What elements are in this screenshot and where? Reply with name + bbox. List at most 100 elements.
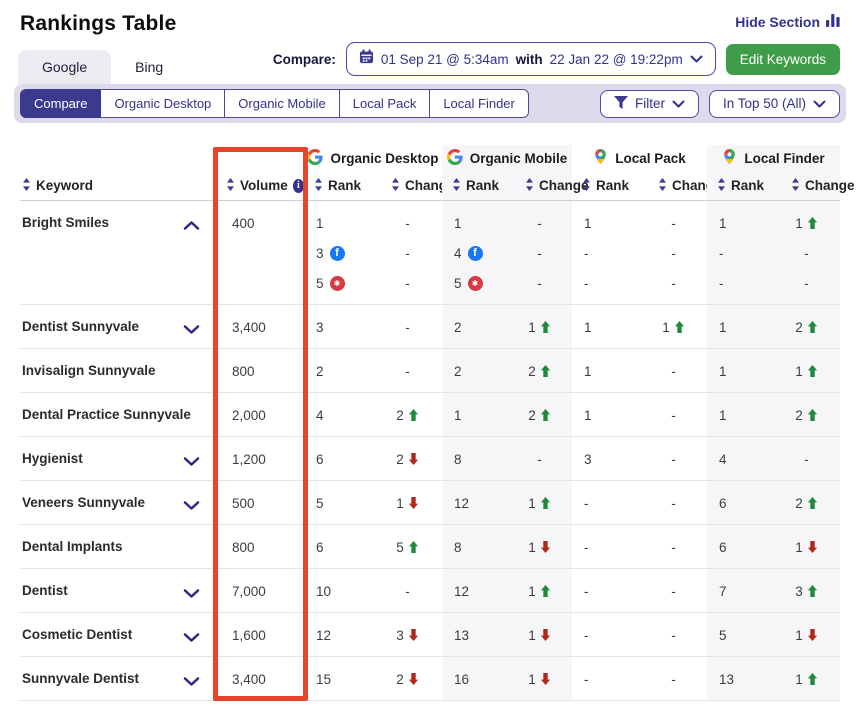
keyword-label: Hygienist xyxy=(22,444,83,474)
rankings-section: Rankings Table Hide Section Google Bing … xyxy=(0,0,860,701)
keyword-cell: Dentist Sunnyvale xyxy=(20,305,216,348)
change-cell: 1 xyxy=(507,481,572,524)
keyword-label: Cosmetic Dentist xyxy=(22,620,132,650)
change-column-header[interactable]: Change xyxy=(773,171,840,200)
volume-cell: 1,200 xyxy=(216,437,304,480)
rank-column-header[interactable]: Rank xyxy=(304,171,373,200)
sort-icon xyxy=(452,178,461,194)
info-icon[interactable]: i xyxy=(293,179,304,193)
search-engine-tabs: Google Bing xyxy=(18,50,187,84)
hide-section-label: Hide Section xyxy=(735,14,820,30)
rank-cell: 5 xyxy=(707,613,773,656)
chevron-down-icon[interactable] xyxy=(183,586,200,604)
change-column-header[interactable]: Change xyxy=(507,171,572,200)
rank-cell: 12 xyxy=(304,613,373,656)
change-cell: - xyxy=(373,349,442,392)
view-tab-compare[interactable]: Compare xyxy=(20,89,101,118)
rank-cell: - xyxy=(572,657,640,700)
rank-cell: 10 xyxy=(304,569,373,612)
column-group-header-row: Organic Desktop Organic Mobile Local Pac… xyxy=(20,145,840,171)
rank-cell: 13 xyxy=(707,657,773,700)
keyword-column-header[interactable]: Keyword xyxy=(20,171,216,200)
keyword-label: Sunnyvale Dentist xyxy=(22,664,139,694)
chevron-down-icon xyxy=(690,50,703,68)
top-scope-dropdown[interactable]: In Top 50 (All) xyxy=(709,90,840,118)
volume-cell: 2,000 xyxy=(216,393,304,436)
rank-cell: 12 xyxy=(442,569,507,612)
rankings-table: Organic Desktop Organic Mobile Local Pac… xyxy=(14,145,846,701)
compare-from-date: 01 Sep 21 @ 5:34am xyxy=(381,52,509,67)
view-tab-organic-desktop[interactable]: Organic Desktop xyxy=(101,89,225,118)
view-tab-local-pack[interactable]: Local Pack xyxy=(340,89,431,118)
rank-cell: 3 xyxy=(572,437,640,480)
edit-keywords-button[interactable]: Edit Keywords xyxy=(726,44,840,75)
change-cell: 3 xyxy=(373,613,442,656)
volume-cell: 500 xyxy=(216,481,304,524)
chevron-down-icon[interactable] xyxy=(183,630,200,648)
change-cell: - xyxy=(640,613,707,656)
rank-cell: 14f5✱ xyxy=(442,201,507,304)
table-row: Dentist Sunnyvale3,4003-21 11 12 xyxy=(20,305,840,349)
rank-cell: 6 xyxy=(304,437,373,480)
scope-label: In Top 50 (All) xyxy=(723,96,806,111)
keyword-label: Dental Practice Sunnyvale xyxy=(22,400,191,430)
chevron-down-icon[interactable] xyxy=(183,674,200,692)
compare-to-date: 22 Jan 22 @ 19:22pm xyxy=(550,52,683,67)
change-cell: 1 xyxy=(507,657,572,700)
change-cell: - xyxy=(640,657,707,700)
keyword-label: Veneers Sunnyvale xyxy=(22,488,145,518)
change-cell: 1 xyxy=(773,613,840,656)
chevron-up-icon[interactable] xyxy=(183,218,200,236)
keyword-cell: Invisalign Sunnyvale xyxy=(20,349,216,392)
change-cell: 5 xyxy=(373,525,442,568)
hide-section-link[interactable]: Hide Section xyxy=(735,14,840,30)
rank-cell: 13 xyxy=(442,613,507,656)
table-row: Sunnyvale Dentist3,400152 161 --131 xyxy=(20,657,840,701)
google-g-icon xyxy=(307,149,323,168)
tab-bing[interactable]: Bing xyxy=(111,50,187,84)
calendar-icon xyxy=(359,49,374,69)
rank-column-header[interactable]: Rank xyxy=(707,171,773,200)
change-cell: - xyxy=(640,481,707,524)
change-cell: 1 xyxy=(507,613,572,656)
map-pin-icon xyxy=(593,148,608,168)
view-tab-organic-mobile[interactable]: Organic Mobile xyxy=(225,89,339,118)
group-header-organic-mobile: Organic Mobile xyxy=(442,145,572,171)
map-pin-icon xyxy=(722,148,737,168)
volume-column-header[interactable]: Volumei xyxy=(216,171,304,200)
filter-button[interactable]: Filter xyxy=(600,90,699,118)
keyword-cell: Dental Implants xyxy=(20,525,216,568)
chevron-down-icon[interactable] xyxy=(183,322,200,340)
view-tab-local-finder[interactable]: Local Finder xyxy=(430,89,529,118)
change-cell: - xyxy=(773,437,840,480)
change-cell: 1 xyxy=(640,305,707,348)
change-cell: --- xyxy=(507,201,572,304)
change-column-header[interactable]: Change xyxy=(373,171,442,200)
tab-google[interactable]: Google xyxy=(18,50,111,84)
rank-cell: 3 xyxy=(304,305,373,348)
keyword-label: Dentist Sunnyvale xyxy=(22,312,139,342)
rank-cell: 8 xyxy=(442,525,507,568)
rank-cell: 1 xyxy=(572,305,640,348)
rank-column-header[interactable]: Rank xyxy=(442,171,507,200)
chevron-down-icon[interactable] xyxy=(183,454,200,472)
rank-cell: 1 xyxy=(572,393,640,436)
sort-icon xyxy=(525,178,534,194)
rank-column-header[interactable]: Rank xyxy=(572,171,640,200)
google-g-icon xyxy=(447,149,463,168)
change-cell: 1 xyxy=(773,349,840,392)
sort-icon xyxy=(22,178,31,194)
change-cell: --- xyxy=(640,201,707,304)
facebook-icon: f xyxy=(330,246,345,261)
volume-cell: 400 xyxy=(216,201,304,304)
change-column-header[interactable]: Change xyxy=(640,171,707,200)
chevron-down-icon[interactable] xyxy=(183,498,200,516)
rank-cell: 13f5✱ xyxy=(304,201,373,304)
table-row: Veneers Sunnyvale50051 121 --62 xyxy=(20,481,840,525)
compare-date-range-picker[interactable]: 01 Sep 21 @ 5:34am with 22 Jan 22 @ 19:2… xyxy=(346,42,716,76)
rank-cell: 2 xyxy=(304,349,373,392)
table-row: Dentist7,00010-121 --73 xyxy=(20,569,840,613)
group-header-local-finder: Local Finder xyxy=(707,145,840,171)
rank-cell: - xyxy=(572,569,640,612)
keyword-label: Invisalign Sunnyvale xyxy=(22,356,156,386)
